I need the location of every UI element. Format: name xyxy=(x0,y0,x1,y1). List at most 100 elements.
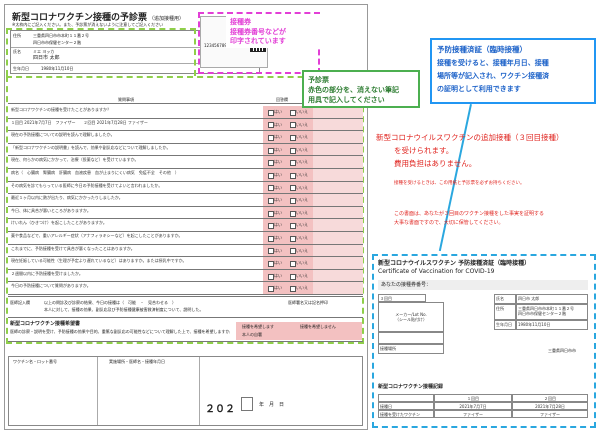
yes-label: はい xyxy=(274,260,282,266)
answer-cell[interactable]: はい いいえ xyxy=(263,282,313,294)
question-row: 現在の予防接種についての説明を読んで理解しましたか。 はい いいえ xyxy=(8,131,363,144)
doctor-note: 本人に対して、接種の効果、副反応及び予防接種健康被害救済制度について、説明した。 xyxy=(44,307,204,312)
answer-cell[interactable]: はい いいえ xyxy=(263,156,313,168)
consent-sign-label: 本人の自署 xyxy=(242,332,262,337)
stamp-area: ワクチン名・ロット番号 実施場所・医師名・接種年月日 ２０２ 年 月 日 xyxy=(8,356,363,426)
pen-callout: 予診票 赤色の部分を、消えない筆記 用具で記入してください xyxy=(302,70,420,108)
doctor-cell xyxy=(313,194,363,206)
cert-place-cell: 接種場所 xyxy=(378,344,444,354)
answer-cell[interactable]: はい いいえ xyxy=(263,257,313,269)
yes-label: はい xyxy=(274,159,282,165)
cert-dose-cell: ３回目 xyxy=(378,294,426,302)
date-suffix: 年 月 日 xyxy=(259,402,285,408)
cert-history-title: 新型コロナワクチン接種記録 xyxy=(378,384,444,390)
consent-section: 新型コロナワクチン接種希望書 医師の診察・説明を受け、予防接種の効果や目的、重篤… xyxy=(8,320,363,342)
cert-callout-line2: 接種を受けると、接種年月日、接種 xyxy=(437,59,549,67)
answer-cell[interactable]: はい いいえ xyxy=(263,131,313,143)
consent-text: 医師の診察・説明を受け、予防接種の効果や目的、重篤な副反応の可能性などについて理… xyxy=(10,329,230,334)
doctor-cell xyxy=(313,232,363,244)
no-label: いいえ xyxy=(296,172,308,177)
yes-label: はい xyxy=(274,285,282,291)
doctor-cell xyxy=(313,257,363,269)
notice-small2: この書面は、あなたが３回目のワクチン接種をした事実を証明する xyxy=(394,211,545,217)
question-text: 現在妊娠している可能性（生理が予定より遅れているなど）はありますか。または授乳中… xyxy=(11,258,187,264)
doctor-cell xyxy=(313,143,363,156)
cert-birth-value-cell: 1980年11月10日 xyxy=(516,320,588,330)
cert-maker-cell: メーカー/Lot No. （シール貼付け） xyxy=(378,302,444,332)
question-text: ２週間以内に予防接種を受けましたか。 xyxy=(11,270,83,276)
no-label: いいえ xyxy=(296,197,308,203)
history-dose1: １回目 xyxy=(434,394,512,402)
doctor-cell xyxy=(313,206,363,219)
question-text: その病気を診てもらっている医師に今日の予防接種を受けてよいと言われましたか。 xyxy=(11,182,163,188)
answer-cell[interactable]: はい いいえ xyxy=(263,244,313,257)
answer-cell[interactable]: はい いいえ xyxy=(263,206,313,219)
consent-yes-option[interactable]: 接種を希望します xyxy=(242,324,274,329)
question-row: 現在妊娠している可能性（生理が予定より遅れているなど）はありますか。または授乳中… xyxy=(8,257,363,270)
answer-cell[interactable]: はい いいえ xyxy=(263,181,313,194)
stamp-place-label: 実施場所・医師名・接種年月日 xyxy=(109,359,165,364)
yes-label: はい xyxy=(274,235,282,240)
yes-label: はい xyxy=(274,272,282,278)
question-text: けいれん（ひきつけ）を起こしたことがありますか。 xyxy=(11,220,107,226)
cert-issuer: 三重県四日市市 xyxy=(548,348,576,353)
answer-cell[interactable]: はい いいえ xyxy=(263,269,313,282)
question-text: 薬や食品などで、重いアレルギー症状（アナフィラキシーなど）を起こしたことがありま… xyxy=(11,233,183,238)
question-text: 今日、体に具合が悪いところがありますか。 xyxy=(11,207,91,213)
history-date-label: 接種日 xyxy=(378,402,434,410)
date-entry[interactable]: ２０２ 年 月 日 xyxy=(205,397,359,415)
yes-label: はい xyxy=(274,184,282,190)
no-label: いいえ xyxy=(296,184,308,190)
question-text: 最近１ヶ月以内に熱が出たり、病気にかかったりしましたか。 xyxy=(11,195,123,201)
question-row: 薬や食品などで、重いアレルギー症状（アナフィラキシーなど）を起こしたことがありま… xyxy=(8,232,363,245)
sticker-callout-line1: 接種券 xyxy=(230,18,251,26)
no-label: いいえ xyxy=(296,272,308,278)
cert-address-label-cell: 住所 xyxy=(494,304,516,320)
column-header-question: 質問事項 xyxy=(118,97,134,102)
history-vaccine1: ファイザー xyxy=(434,410,512,418)
notice-small3: 大事な書面ですので、大切に保管してください。 xyxy=(394,220,504,226)
no-label: いいえ xyxy=(296,247,308,253)
doctor-cell xyxy=(313,269,363,282)
yes-label: はい xyxy=(274,197,282,203)
no-label: いいえ xyxy=(296,209,308,215)
sticker-callout-box: 接種券 接種券番号などが 印字されています xyxy=(226,14,320,48)
pen-callout-line2: 赤色の部分を、消えない筆記 xyxy=(308,86,399,94)
history-vaccine2: ファイザー xyxy=(512,410,588,418)
cert-date-cell xyxy=(378,332,444,344)
answer-cell[interactable]: はい いいえ xyxy=(263,194,313,206)
cert-address-value-cell: 三重県四日市市本町１１番２号 四日市市保健センター２階 xyxy=(516,304,588,320)
cert-callout-line1: 予防接種済証（臨時接種） xyxy=(437,45,527,54)
question-text: 今日の予防接種について質問がありますか。 xyxy=(11,283,91,289)
notice-block: 新型コロナウイルスワクチンの追加接種（３回目接種） を受けられます。 費用負担は… xyxy=(372,128,598,238)
cert-birth-label-cell: 生年月日 xyxy=(494,320,516,330)
answer-cell[interactable]: はい いいえ xyxy=(263,219,313,231)
no-label: いいえ xyxy=(296,109,308,114)
answer-cell[interactable]: はい いいえ xyxy=(263,118,313,131)
no-label: いいえ xyxy=(296,235,308,240)
notice-line3: 費用負担はありません。 xyxy=(394,159,477,168)
yes-label: はい xyxy=(274,109,282,114)
no-label: いいえ xyxy=(296,134,308,140)
cert-callout-line4: の証明として利用できます xyxy=(437,85,521,93)
doctor-section-label: 医師記入欄 xyxy=(10,300,30,305)
consent-no-option[interactable]: 接種を希望しません xyxy=(300,324,336,329)
answer-cell[interactable]: はい いいえ xyxy=(263,232,313,244)
cert-title-en: Certificate of Vaccination for COVID-19 xyxy=(378,268,495,275)
date-prefix: ２０２ xyxy=(205,404,235,415)
cert-sticker-label: （シール貼付け） xyxy=(395,317,427,322)
question-text: 「新型コロナワクチンの説明書」を読んで、効果や副反応などについて理解しましたか。 xyxy=(11,144,171,150)
answer-cell[interactable]: はい いいえ xyxy=(263,143,313,156)
doctor-cell xyxy=(313,219,363,231)
doctor-text: 以上の問診及び診察の結果、今日の接種は（ 可能 ・ 見合わせる ） xyxy=(44,300,176,305)
doctor-cell xyxy=(313,118,363,131)
history-date2: 2021年7月28日 xyxy=(512,402,588,410)
doctor-sign: 医師署名又は記名押印 xyxy=(288,300,328,305)
consent-choice-box[interactable]: 接種を希望します 接種を希望しません 本人の自署 xyxy=(236,322,362,340)
question-row: 最近１ヶ月以内に熱が出たり、病気にかかったりしましたか。 はい いいえ xyxy=(8,194,363,207)
yes-label: はい xyxy=(274,121,282,127)
answer-cell[interactable]: はい いいえ xyxy=(263,169,313,181)
no-label: いいえ xyxy=(296,121,308,127)
question-row: 今日、体に具合が悪いところがありますか。 はい いいえ xyxy=(8,206,363,220)
question-text: １回目 2021年7月7日 ファイザー ２回目 2021年7月28日 ファイザー xyxy=(11,119,148,125)
